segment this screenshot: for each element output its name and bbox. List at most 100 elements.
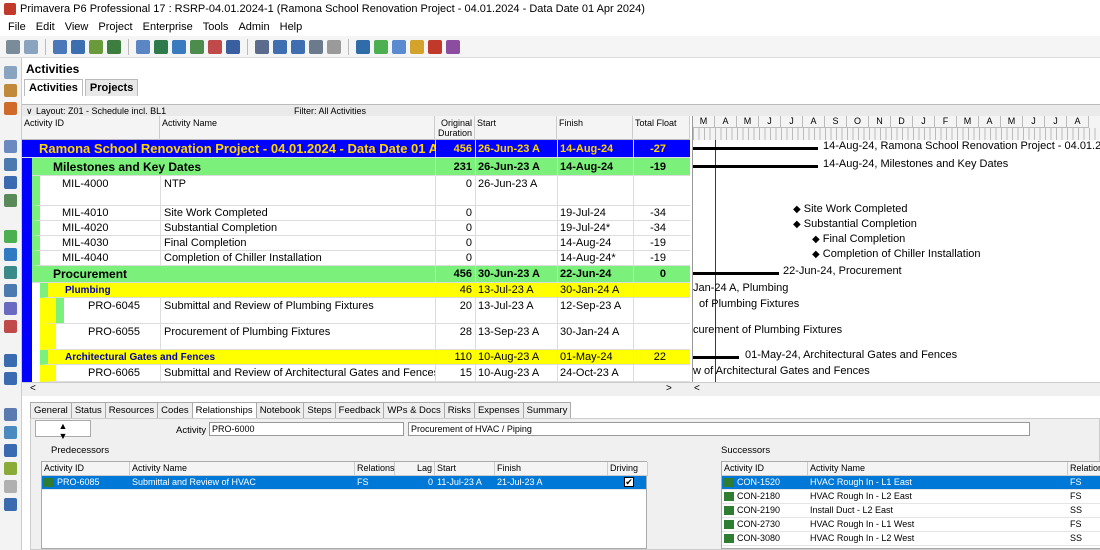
gantt-bar-project[interactable] xyxy=(693,147,818,150)
menu-file[interactable]: File xyxy=(8,21,26,33)
projects-nav-icon[interactable] xyxy=(4,66,17,79)
column-start[interactable]: Start xyxy=(475,116,557,140)
table-row[interactable]: Ramona School Renovation Project - 04.01… xyxy=(22,140,690,158)
table-row[interactable]: MIL-4030 Final Completion 0 14-Aug-24 -1… xyxy=(32,236,690,251)
reports-nav-icon[interactable] xyxy=(4,194,17,207)
table-row[interactable]: CON-1520 HVAC Rough In - L1 East FS xyxy=(722,476,1100,490)
layout-icon[interactable] xyxy=(154,39,168,54)
menu-project[interactable]: Project xyxy=(98,21,132,33)
spotlight-icon[interactable] xyxy=(410,39,424,54)
risks-nav-icon[interactable] xyxy=(4,266,17,279)
level-icon[interactable] xyxy=(374,39,388,54)
table-row[interactable]: MIL-4040 Completion of Chiller Installat… xyxy=(32,251,690,266)
table-row[interactable]: CON-2180 HVAC Rough In - L2 East FS xyxy=(722,490,1100,504)
menu-admin[interactable]: Admin xyxy=(238,21,269,33)
layout-options-icon[interactable] xyxy=(309,39,323,54)
gantt-bar-procurement[interactable] xyxy=(693,272,779,275)
zoom-out-icon[interactable] xyxy=(4,372,17,385)
column-select-icon[interactable] xyxy=(273,39,287,54)
table-row[interactable]: MIL-4000 NTP 0 26-Jun-23 A xyxy=(32,176,690,206)
gantt-icon[interactable] xyxy=(71,39,85,54)
baseline-icon[interactable] xyxy=(446,39,460,54)
gantt-bar-milestones[interactable] xyxy=(693,165,818,168)
table-row[interactable]: MIL-4020 Substantial Completion 0 19-Jul… xyxy=(32,221,690,236)
pred-col-activity-name[interactable]: Activity Name xyxy=(130,462,355,476)
column-activity-id[interactable]: Activity ID xyxy=(22,116,160,140)
eps-nav-icon[interactable] xyxy=(4,84,17,97)
tab-expenses[interactable]: Expenses xyxy=(473,402,524,419)
columns-icon[interactable] xyxy=(89,39,103,54)
scroll-right-icon[interactable]: > xyxy=(666,383,672,394)
tab-steps[interactable]: Steps xyxy=(303,402,336,419)
bars-icon[interactable] xyxy=(172,39,186,54)
table-row[interactable]: CON-2190 Install Duct - L2 East SS xyxy=(722,504,1100,518)
panel-icon[interactable] xyxy=(4,444,17,457)
table-row[interactable]: MIL-4010 Site Work Completed 0 19-Jul-24… xyxy=(32,206,690,221)
gantt-scroll-left-icon[interactable]: < xyxy=(694,383,700,394)
bottom-layout-icon[interactable] xyxy=(4,426,17,439)
table-row[interactable]: CON-3080 HVAC Rough In - L2 West SS xyxy=(722,532,1100,546)
tracking-nav-icon[interactable] xyxy=(4,140,17,153)
column-total-float[interactable]: Total Float xyxy=(633,116,690,140)
hash-icon[interactable] xyxy=(327,39,341,54)
thresholds-nav-icon[interactable] xyxy=(4,248,17,261)
pred-col-start[interactable]: Start xyxy=(435,462,495,476)
prev-next-stepper[interactable]: ▲ ▼ xyxy=(35,420,91,441)
group-sort-icon[interactable] xyxy=(255,39,269,54)
tab-summary[interactable]: Summary xyxy=(522,402,572,419)
menu-edit[interactable]: Edit xyxy=(36,21,55,33)
menu-view[interactable]: View xyxy=(65,21,89,33)
layout-split-icon[interactable] xyxy=(4,408,17,421)
succ-col-activity-name[interactable]: Activity Name xyxy=(808,462,1068,476)
activity-name-field[interactable]: Procurement of HVAC / Piping xyxy=(408,422,1030,436)
tab-notebook[interactable]: Notebook xyxy=(255,402,305,419)
tab-wps-docs[interactable]: WPs & Docs xyxy=(383,402,445,419)
activity-id-field[interactable]: PRO-6000 xyxy=(209,422,404,436)
menu-help[interactable]: Help xyxy=(280,21,303,33)
notes-icon[interactable] xyxy=(4,462,17,475)
details-icon[interactable] xyxy=(136,39,150,54)
store-period-icon[interactable] xyxy=(392,39,406,54)
table-row[interactable]: CON-2730 HVAC Rough In - L1 West FS xyxy=(722,518,1100,532)
pred-col-activity-id[interactable]: Activity ID xyxy=(42,462,130,476)
pred-col-relations[interactable]: Relations xyxy=(355,462,395,476)
wps-nav-icon[interactable] xyxy=(4,302,17,315)
activities-nav-icon[interactable] xyxy=(4,176,17,189)
driving-checkbox[interactable]: ✔ xyxy=(624,477,634,487)
tab-risks[interactable]: Risks xyxy=(443,402,475,419)
table-row[interactable]: Plumbing 46 13-Jul-23 A 30-Jan-24 A xyxy=(40,283,690,298)
column-activity-name[interactable]: Activity Name xyxy=(160,116,435,140)
tab-resources[interactable]: Resources xyxy=(104,402,159,419)
issues-nav-icon[interactable] xyxy=(4,230,17,243)
gantt-bar-gates[interactable] xyxy=(693,356,739,359)
table-row[interactable]: PRO-6065 Submittal and Review of Archite… xyxy=(40,365,690,382)
expenses-nav-icon[interactable] xyxy=(4,284,17,297)
table-row[interactable]: Procurement 456 30-Jun-23 A 22-Jun-24 0 xyxy=(32,266,690,283)
tab-status[interactable]: Status xyxy=(70,402,106,419)
network-icon[interactable] xyxy=(107,39,121,54)
succ-col-activity-id[interactable]: Activity ID xyxy=(722,462,808,476)
timescale-icon[interactable] xyxy=(226,39,240,54)
tab-feedback[interactable]: Feedback xyxy=(334,402,385,419)
table-row[interactable]: PRO-6055 Procurement of Plumbing Fixture… xyxy=(40,324,690,350)
table-row[interactable]: Milestones and Key Dates 231 26-Jun-23 A… xyxy=(32,158,690,176)
print-preview-icon[interactable] xyxy=(24,39,38,54)
tab-codes[interactable]: Codes xyxy=(157,402,193,419)
table-row[interactable]: PRO-6085 Submittal and Review of HVAC FS… xyxy=(42,476,646,490)
zoom-in-icon[interactable] xyxy=(4,354,17,367)
table-row[interactable]: Architectural Gates and Fences 110 10-Au… xyxy=(40,350,690,365)
column-original-duration[interactable]: Original Duration xyxy=(435,116,475,140)
progress-icon[interactable] xyxy=(428,39,442,54)
menu-enterprise[interactable]: Enterprise xyxy=(143,21,193,33)
help-icon[interactable] xyxy=(4,480,17,493)
horizontal-scrollbar[interactable]: < > < xyxy=(22,382,1100,396)
column-finish[interactable]: Finish xyxy=(557,116,633,140)
table-row[interactable]: PRO-6045 Submittal and Review of Plumbin… xyxy=(40,298,690,324)
user-icon[interactable] xyxy=(208,39,222,54)
wbs-nav-icon[interactable] xyxy=(4,102,17,115)
tab-relationships[interactable]: Relationships xyxy=(191,402,257,419)
tab-activities[interactable]: Activities xyxy=(24,79,83,96)
scroll-left-icon[interactable]: < xyxy=(30,383,36,394)
tracking-layout-nav-icon[interactable] xyxy=(4,320,17,333)
pred-col-lag[interactable]: Lag xyxy=(395,462,435,476)
